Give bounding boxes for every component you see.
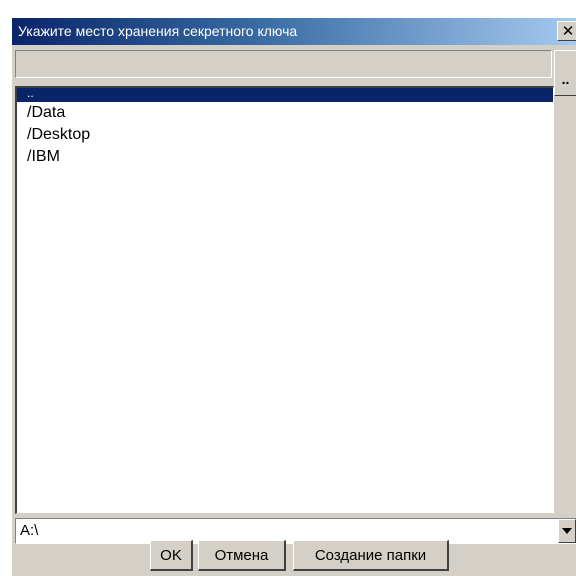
- directory-list[interactable]: .. /Data /Desktop /IBM: [15, 86, 554, 514]
- create-folder-button[interactable]: Создание папки: [293, 540, 449, 571]
- ok-button[interactable]: OK: [150, 540, 193, 571]
- path-field[interactable]: [15, 50, 552, 78]
- up-directory-button[interactable]: ..: [554, 50, 576, 96]
- dropdown-button[interactable]: [558, 519, 576, 543]
- key-location-dialog: Укажите место хранения секретного ключа …: [11, 17, 576, 576]
- close-button[interactable]: ✕: [557, 21, 576, 41]
- title-bar[interactable]: Укажите место хранения секретного ключа …: [12, 18, 576, 45]
- close-icon: ✕: [561, 23, 575, 40]
- drive-select-value: A:\: [20, 522, 39, 539]
- list-item-desktop[interactable]: /Desktop: [17, 124, 553, 146]
- list-item-data[interactable]: /Data: [17, 102, 553, 124]
- window-title: Укажите место хранения секретного ключа: [18, 23, 298, 39]
- chevron-down-icon: [562, 528, 572, 534]
- list-item-ibm[interactable]: /IBM: [17, 146, 553, 168]
- list-item-parent[interactable]: ..: [17, 88, 553, 102]
- cancel-button[interactable]: Отмена: [198, 540, 286, 571]
